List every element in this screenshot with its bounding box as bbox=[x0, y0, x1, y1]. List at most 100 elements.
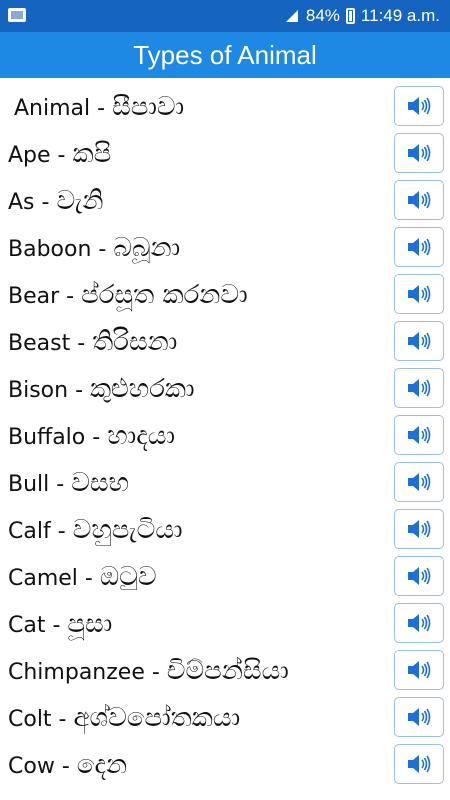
sinhala-word: වැනි bbox=[56, 186, 104, 216]
separator: - bbox=[51, 707, 74, 732]
list-item: Cow - දෙන bbox=[0, 742, 450, 788]
separator: - bbox=[59, 284, 82, 309]
sinhala-word: පූසා bbox=[67, 609, 113, 639]
english-word: Buffalo bbox=[8, 425, 86, 450]
speaker-icon bbox=[408, 285, 431, 303]
status-right: 84% 11:49 a.m. bbox=[284, 0, 440, 32]
speak-button[interactable] bbox=[394, 227, 444, 267]
word-translation: Bison - කුළුහරකා bbox=[8, 366, 195, 412]
english-word: Cow bbox=[8, 754, 55, 779]
english-word: Camel bbox=[8, 566, 78, 591]
english-word: Baboon bbox=[8, 237, 92, 262]
separator: - bbox=[91, 237, 114, 262]
list-item: Buffalo - හාදයා bbox=[0, 413, 450, 459]
separator: - bbox=[34, 190, 57, 215]
battery-icon bbox=[345, 8, 355, 24]
speaker-icon bbox=[408, 708, 431, 726]
speak-button[interactable] bbox=[394, 744, 444, 784]
separator: - bbox=[45, 613, 68, 638]
sinhala-word: වසභ bbox=[71, 468, 130, 498]
speak-button[interactable] bbox=[394, 556, 444, 596]
english-word: Calf bbox=[8, 519, 51, 544]
list-item: Chimpanzee - චිම්පන්සියා bbox=[0, 648, 450, 694]
signal-icon bbox=[285, 10, 298, 22]
sinhala-word: සීපාවා bbox=[112, 92, 185, 122]
status-bar: 84% 11:49 a.m. bbox=[0, 0, 450, 32]
speaker-icon bbox=[408, 614, 431, 632]
separator: - bbox=[54, 754, 77, 779]
speak-button[interactable] bbox=[394, 368, 444, 408]
word-translation: Bull - වසභ bbox=[8, 460, 129, 506]
english-word: Animal bbox=[14, 96, 91, 121]
speaker-icon bbox=[408, 144, 431, 162]
speaker-icon bbox=[408, 661, 431, 679]
english-word: Chimpanzee bbox=[8, 660, 145, 685]
speaker-icon bbox=[408, 379, 431, 397]
speak-button[interactable] bbox=[394, 603, 444, 643]
speaker-icon bbox=[408, 473, 431, 491]
separator: - bbox=[77, 566, 100, 591]
battery-percentage: 84% bbox=[305, 6, 340, 25]
list-item: Bull - වසභ bbox=[0, 460, 450, 506]
list-item: Ape - කපි bbox=[0, 131, 450, 177]
speak-button[interactable] bbox=[394, 462, 444, 502]
animal-list[interactable]: Animal - සීපාවා Ape - කපි As - වැනි Baboon … bbox=[0, 84, 450, 800]
list-item: As - වැනි bbox=[0, 178, 450, 224]
speak-button[interactable] bbox=[394, 650, 444, 690]
speaker-icon bbox=[408, 332, 431, 350]
separator: - bbox=[90, 96, 113, 121]
sinhala-word: කුළුහරකා bbox=[90, 374, 195, 404]
word-translation: Cow - දෙන bbox=[8, 742, 127, 788]
sinhala-word: ඔටුව bbox=[99, 562, 157, 592]
list-item: Animal - සීපාවා bbox=[0, 84, 450, 130]
word-translation: Beast - තිරිසනා bbox=[8, 319, 177, 365]
speaker-icon bbox=[408, 567, 431, 585]
english-word: Bison bbox=[8, 378, 69, 403]
list-item: Cat - පූසා bbox=[0, 601, 450, 647]
english-word: Ape bbox=[8, 143, 51, 168]
list-item: Bison - කුළුහරකා bbox=[0, 366, 450, 412]
sinhala-word: දෙන bbox=[76, 750, 128, 780]
sinhala-word: බබූනා bbox=[113, 233, 181, 263]
word-translation: Bear - ප්රසූත කරනවා bbox=[8, 272, 248, 318]
sinhala-word: ප්රසූත කරනවා bbox=[81, 280, 248, 310]
speaker-icon bbox=[408, 755, 431, 773]
separator: - bbox=[68, 378, 91, 403]
speak-button[interactable] bbox=[394, 509, 444, 549]
app-bar: Types of Animal bbox=[0, 32, 450, 78]
list-item: Colt - අශ්වපෝතකයා bbox=[0, 695, 450, 741]
word-translation: Chimpanzee - චිම්පන්සියා bbox=[8, 648, 289, 694]
speak-button[interactable] bbox=[394, 415, 444, 455]
app-notification-icon bbox=[8, 8, 26, 22]
word-translation: Animal - සීපාවා bbox=[14, 84, 184, 130]
sinhala-word: හාදයා bbox=[107, 421, 175, 451]
english-word: Colt bbox=[8, 707, 52, 732]
separator: - bbox=[50, 143, 73, 168]
list-item: Calf - වහුපැටියා bbox=[0, 507, 450, 553]
english-word: Bear bbox=[8, 284, 60, 309]
speak-button[interactable] bbox=[394, 86, 444, 126]
speak-button[interactable] bbox=[394, 274, 444, 314]
speak-button[interactable] bbox=[394, 133, 444, 173]
word-translation: Colt - අශ්වපෝතකයා bbox=[8, 695, 240, 741]
word-translation: Camel - ඔටුව bbox=[8, 554, 157, 600]
speaker-icon bbox=[408, 520, 431, 538]
sinhala-word: චිම්පන්සියා bbox=[166, 656, 289, 686]
list-item: Bear - ප්රසූත කරනවා bbox=[0, 272, 450, 318]
speak-button[interactable] bbox=[394, 321, 444, 361]
speaker-icon bbox=[408, 238, 431, 256]
word-translation: Cat - පූසා bbox=[8, 601, 112, 647]
english-word: Beast bbox=[8, 331, 71, 356]
word-translation: Ape - කපි bbox=[8, 131, 111, 177]
list-item: Baboon - බබූනා bbox=[0, 225, 450, 271]
speaker-icon bbox=[408, 426, 431, 444]
sinhala-word: අශ්වපෝතකයා bbox=[73, 703, 241, 733]
speak-button[interactable] bbox=[394, 180, 444, 220]
sinhala-word: කපි bbox=[72, 139, 112, 169]
english-word: Bull bbox=[8, 472, 50, 497]
speak-button[interactable] bbox=[394, 697, 444, 737]
english-word: Cat bbox=[8, 613, 46, 638]
separator: - bbox=[49, 472, 72, 497]
separator: - bbox=[70, 331, 93, 356]
word-translation: Calf - වහුපැටියා bbox=[8, 507, 183, 553]
